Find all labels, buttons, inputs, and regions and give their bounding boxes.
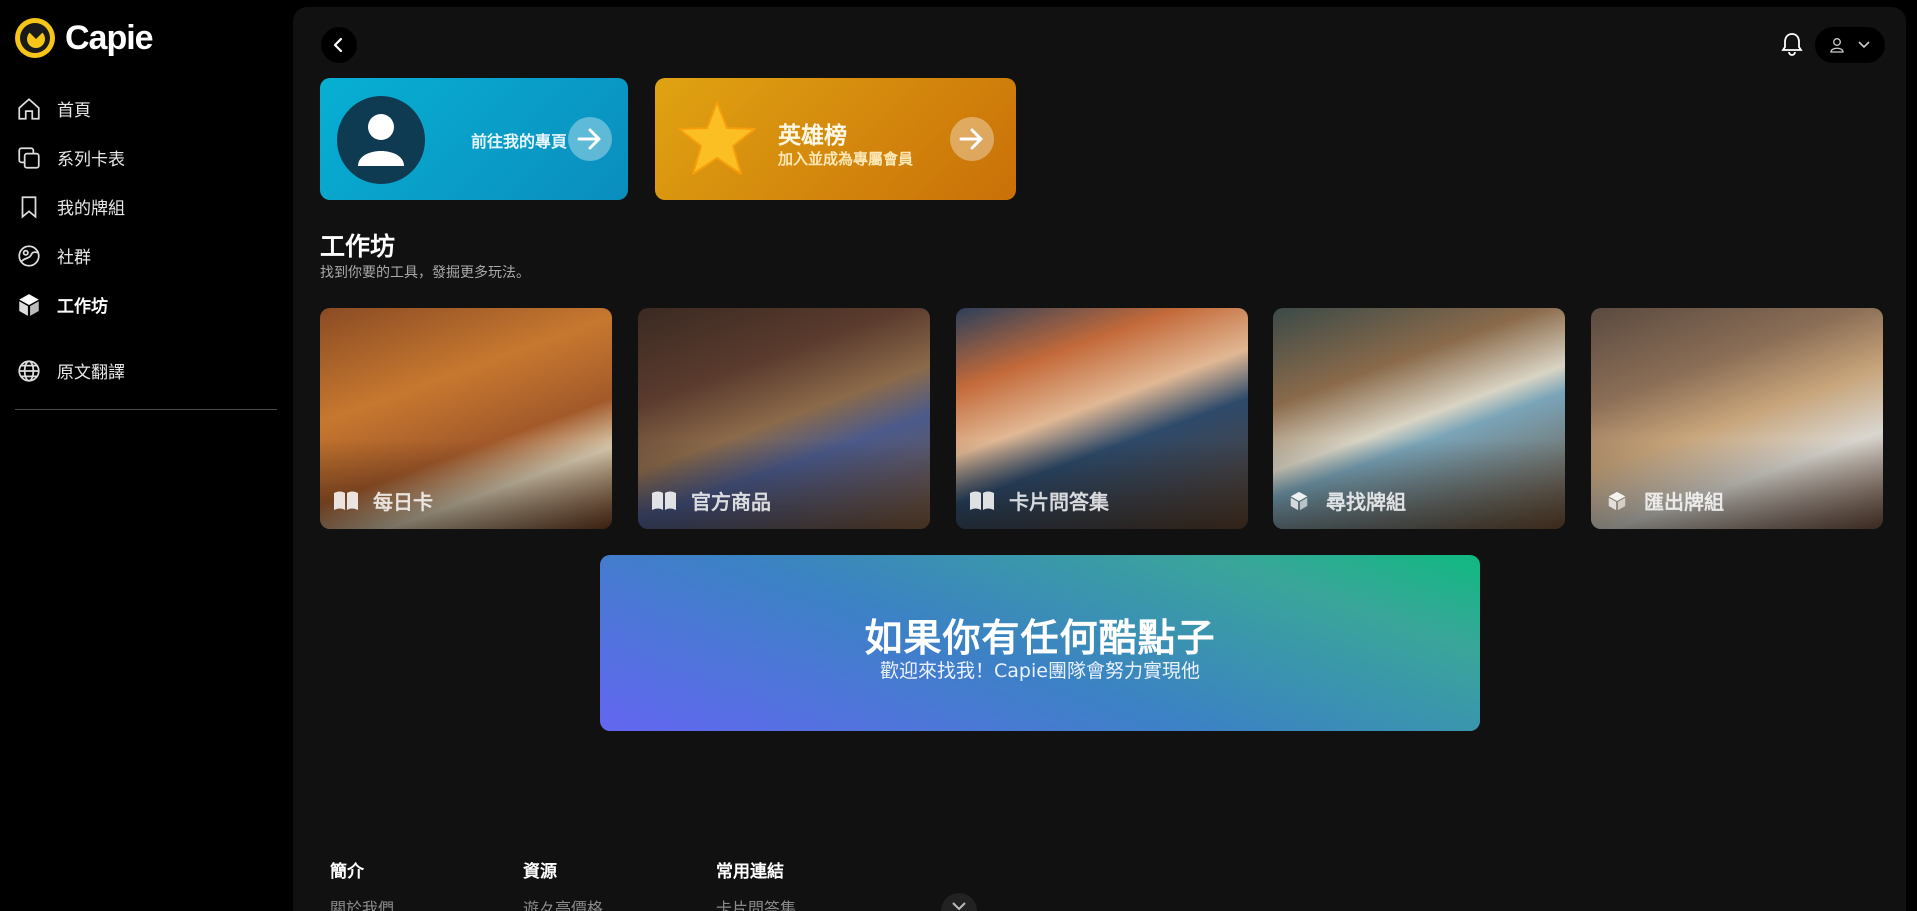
bookmark-icon bbox=[15, 193, 43, 221]
tool-card-card-faq[interactable]: 卡片問答集 bbox=[956, 308, 1248, 529]
sidebar-divider bbox=[15, 409, 277, 410]
pie-logo-icon bbox=[15, 18, 55, 58]
tool-card-label: 匯出牌組 bbox=[1644, 490, 1724, 514]
copy-cards-icon bbox=[15, 144, 43, 172]
tool-card-label: 官方商品 bbox=[691, 490, 771, 514]
user-menu-button[interactable] bbox=[1815, 27, 1885, 63]
user-icon bbox=[1829, 38, 1844, 53]
footer-column-about: 簡介 關於我們 bbox=[330, 857, 394, 911]
arrow-right-icon bbox=[950, 117, 994, 161]
main-nav: 首頁 系列卡表 我的牌組 社群 工作坊 原文翻譯 bbox=[15, 84, 277, 410]
scroll-down-button[interactable] bbox=[941, 893, 977, 911]
globe-icon bbox=[15, 357, 43, 385]
heroes-leaderboard-card[interactable]: 英雄榜 加入並成為專屬會員 bbox=[655, 78, 1016, 200]
arrow-right-icon bbox=[568, 117, 612, 161]
chevron-left-icon bbox=[333, 37, 343, 53]
sidebar-item-series-cards[interactable]: 系列卡表 bbox=[15, 133, 277, 182]
chevron-down-icon bbox=[952, 902, 966, 911]
tool-card-official-merch[interactable]: 官方商品 bbox=[638, 308, 930, 529]
sidebar-item-community[interactable]: 社群 bbox=[15, 231, 277, 280]
heroes-subtitle: 加入並成為專屬會員 bbox=[778, 150, 914, 168]
go-to-profile-card[interactable]: 前往我的專頁 bbox=[320, 78, 628, 200]
footer-link[interactable]: 關於我們 bbox=[330, 895, 394, 911]
ideas-banner-subtitle: 歡迎來找我！Capie團隊會努力實現他 bbox=[880, 660, 1200, 682]
cube-icon bbox=[1290, 491, 1308, 510]
footer-heading: 資源 bbox=[523, 862, 557, 882]
sidebar-item-home[interactable]: 首頁 bbox=[15, 84, 277, 133]
sidebar-item-label: 首頁 bbox=[57, 101, 91, 121]
cube-icon bbox=[1608, 491, 1626, 510]
book-open-icon bbox=[334, 491, 358, 510]
footer-heading: 常用連結 bbox=[716, 862, 784, 882]
footer-heading: 簡介 bbox=[330, 862, 364, 882]
section-title: 工作坊 bbox=[320, 232, 396, 261]
heroes-title: 英雄榜 bbox=[778, 123, 847, 149]
chevron-down-icon bbox=[1857, 41, 1870, 49]
sidebar-item-workshop[interactable]: 工作坊 bbox=[15, 280, 277, 329]
tool-card-find-deck[interactable]: 尋找牌組 bbox=[1273, 308, 1565, 529]
sidebar-item-translation[interactable]: 原文翻譯 bbox=[15, 346, 277, 395]
book-open-icon bbox=[652, 491, 676, 510]
ideas-banner[interactable]: 如果你有任何酷點子 歡迎來找我！Capie團隊會努力實現他 bbox=[600, 555, 1480, 731]
footer-column-links: 常用連結 卡片問答集 bbox=[716, 857, 796, 911]
tool-card-label: 卡片問答集 bbox=[1009, 490, 1109, 514]
tool-card-export-deck[interactable]: 匯出牌組 bbox=[1591, 308, 1883, 529]
community-icon bbox=[15, 242, 43, 270]
brand-logo[interactable]: Capie bbox=[15, 18, 154, 58]
ideas-banner-title: 如果你有任何酷點子 bbox=[864, 616, 1216, 660]
sidebar-item-label: 系列卡表 bbox=[57, 150, 125, 170]
star-icon bbox=[678, 101, 756, 175]
tool-card-label: 每日卡 bbox=[373, 490, 433, 514]
footer-link[interactable]: 遊々亭價格 bbox=[523, 895, 603, 911]
notifications-button[interactable] bbox=[1779, 29, 1805, 59]
main-panel: 前往我的專頁 英雄榜 加入並成為專屬會員 工作坊 找到你要的工具，發掘更多玩法。… bbox=[293, 7, 1906, 911]
avatar bbox=[337, 96, 425, 184]
cube-icon bbox=[15, 291, 43, 319]
footer-link[interactable]: 卡片問答集 bbox=[716, 895, 796, 911]
tool-card-daily-card[interactable]: 每日卡 bbox=[320, 308, 612, 529]
sidebar-item-label: 社群 bbox=[57, 248, 91, 268]
book-open-icon bbox=[970, 491, 994, 510]
footer-column-resources: 資源 遊々亭價格 bbox=[523, 857, 603, 911]
sidebar-item-label: 工作坊 bbox=[57, 297, 108, 317]
sidebar-item-label: 我的牌組 bbox=[57, 199, 125, 219]
home-icon bbox=[15, 95, 43, 123]
brand-name: Capie bbox=[65, 18, 154, 57]
sidebar-item-my-decks[interactable]: 我的牌組 bbox=[15, 182, 277, 231]
sidebar: Capie 首頁 系列卡表 我的牌組 社群 工作坊 原文翻譯 bbox=[0, 0, 293, 911]
sidebar-item-label: 原文翻譯 bbox=[57, 363, 125, 383]
bell-icon bbox=[1781, 33, 1803, 56]
back-button[interactable] bbox=[321, 27, 357, 63]
user-avatar-icon bbox=[358, 114, 404, 166]
go-to-profile-label: 前往我的專頁 bbox=[471, 132, 568, 151]
section-subtitle: 找到你要的工具，發掘更多玩法。 bbox=[320, 265, 530, 281]
tool-card-label: 尋找牌組 bbox=[1326, 490, 1406, 514]
